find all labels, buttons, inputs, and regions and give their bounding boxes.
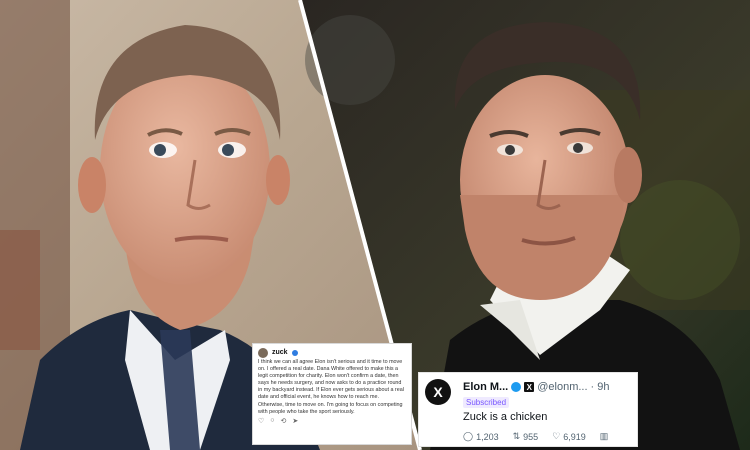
verified-badge-icon: [511, 382, 522, 392]
x-post-text: Zuck is a chicken: [463, 411, 548, 423]
repost-button[interactable]: ⇅ 955: [513, 431, 539, 442]
views-icon: ▥: [599, 431, 609, 441]
reply-icon: ◯: [463, 431, 474, 441]
threads-action-bar: ♡ ○ ⟲ ➤: [258, 417, 406, 425]
x-logo-icon: X: [524, 382, 535, 392]
share-icon[interactable]: ➤: [292, 417, 298, 425]
like-button[interactable]: ♡ 6,919: [552, 431, 586, 442]
subscribed-badge: Subscribed: [463, 397, 510, 408]
repost-icon[interactable]: ⟲: [281, 417, 287, 425]
reply-button[interactable]: ◯ 1,203: [463, 431, 499, 442]
threads-post-text: I think we can all agree Elon isn't seri…: [258, 359, 404, 415]
verified-badge-icon: [291, 349, 298, 356]
threads-post-header: zuck: [258, 347, 406, 358]
x-post-card: X Elon M... X @elonm... · 9h Subscribed …: [418, 372, 638, 447]
avatar[interactable]: [258, 347, 268, 358]
repost-icon: ⇅: [512, 431, 521, 441]
x-post-header: Elon M... X @elonm... · 9h: [463, 381, 610, 393]
composite-image: zuck I think we can all agree Elon isn't…: [0, 0, 750, 450]
like-count: 6,919: [563, 431, 586, 442]
threads-post-card: zuck I think we can all agree Elon isn't…: [252, 343, 412, 445]
repost-count: 955: [523, 431, 539, 442]
views-button[interactable]: ▥: [600, 431, 609, 442]
threads-username[interactable]: zuck: [272, 349, 288, 356]
x-action-bar: ◯ 1,203 ⇅ 955 ♡ 6,919 ▥: [463, 431, 608, 442]
post-timestamp[interactable]: · 9h: [591, 381, 610, 393]
like-icon[interactable]: ♡: [258, 417, 264, 425]
reply-count: 1,203: [476, 431, 499, 442]
display-name[interactable]: Elon M...: [463, 381, 508, 393]
user-handle[interactable]: @elonm...: [537, 381, 587, 393]
avatar[interactable]: X: [425, 379, 451, 405]
comment-icon[interactable]: ○: [270, 417, 274, 425]
like-icon: ♡: [552, 431, 561, 441]
